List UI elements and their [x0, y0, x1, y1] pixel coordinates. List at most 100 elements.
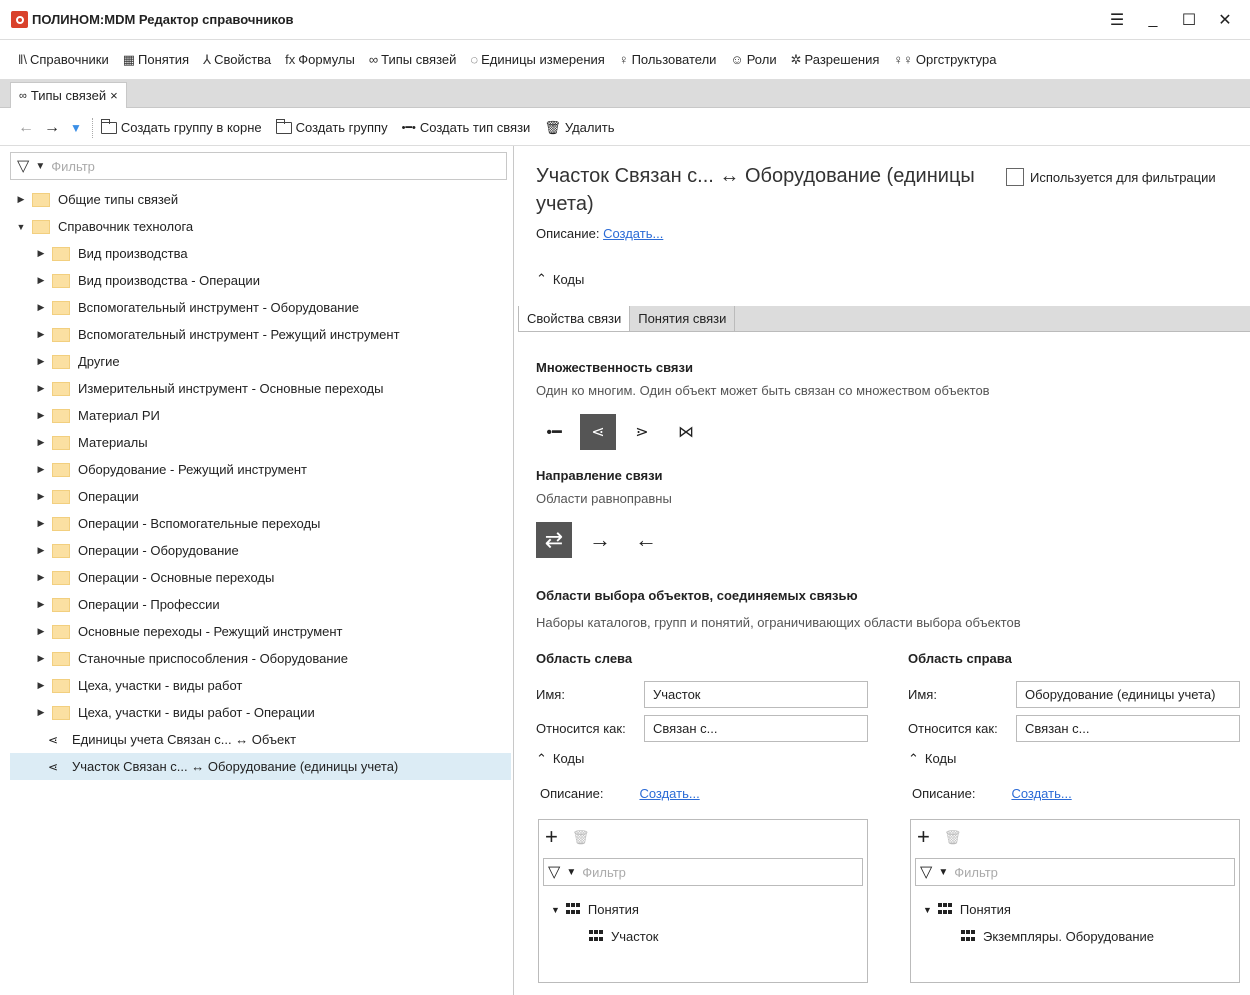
chevron-right-icon[interactable]: ▶ [34, 275, 48, 286]
tree-item[interactable]: ▶ Основные переходы - Режущий инструмент [14, 618, 511, 645]
menu-org[interactable]: ♀♀ Оргструктура [893, 52, 996, 67]
many-to-one-icon[interactable]: ⋗ [624, 414, 660, 450]
hamburger-menu-icon[interactable]: ☰ [1102, 8, 1132, 32]
menu-properties[interactable]: ⅄ Свойства [203, 52, 271, 68]
tree-item[interactable]: ▶ Операции - Вспомогательные переходы [14, 510, 511, 537]
create-link-type-button[interactable]: •━• Создать тип связи [402, 120, 531, 135]
trash-icon[interactable]: 🗑 [944, 829, 962, 846]
tree-item[interactable]: ▶ Цеха, участки - виды работ - Операции [14, 699, 511, 726]
tree-filter[interactable]: ▽ ▼ Фильтр [10, 152, 507, 180]
chevron-right-icon[interactable]: ▶ [34, 302, 48, 313]
left-name-field[interactable] [644, 681, 868, 708]
tab-link-properties[interactable]: Свойства связи [518, 306, 631, 331]
chevron-down-icon[interactable]: ▼ [14, 222, 28, 232]
right-codes-toggle[interactable]: ⌃ Коды [908, 751, 956, 767]
back-arrow-icon[interactable]: ← [18, 119, 34, 137]
tab-link-concepts[interactable]: Понятия связи [630, 306, 736, 331]
right-create-description-link[interactable]: Создать... [1011, 786, 1071, 801]
chevron-right-icon[interactable]: ▶ [34, 680, 48, 691]
create-root-group-button[interactable]: Создать группу в корне [100, 118, 262, 135]
maximize-button[interactable]: ☐ [1174, 8, 1204, 32]
chevron-right-icon[interactable]: ▶ [34, 626, 48, 637]
add-icon[interactable]: + [917, 824, 930, 850]
menu-formulas[interactable]: fx Формулы [285, 52, 355, 67]
menu-permissions[interactable]: ✲ Разрешения [791, 52, 880, 68]
funnel-icon[interactable]: ▽ [548, 862, 560, 882]
chevron-right-icon[interactable]: ▶ [34, 599, 48, 610]
left-codes-toggle[interactable]: ⌃ Коды [536, 751, 584, 767]
many-to-many-icon[interactable]: ⋈ [668, 414, 704, 450]
tree-item[interactable]: ⋖ Участок Связан с... ↔ Оборудование (еди… [10, 753, 511, 780]
tree-item[interactable]: ▶ Цеха, участки - виды работ [14, 672, 511, 699]
tree-root[interactable]: ▼ Понятия [551, 896, 659, 923]
right-name-field[interactable] [1016, 681, 1240, 708]
tree-item[interactable]: ▶ Общие типы связей [14, 186, 511, 213]
chevron-right-icon[interactable]: ▶ [34, 491, 48, 502]
close-tab-icon[interactable]: × [110, 88, 118, 103]
funnel-icon[interactable]: ▽ [17, 156, 29, 176]
one-to-many-icon[interactable]: ⋖ [580, 414, 616, 450]
trash-icon[interactable]: 🗑 [572, 829, 590, 846]
tree-item[interactable]: ⋖ Единицы учета Связан с... ↔ Объект [14, 726, 511, 753]
tree-item[interactable]: ▶ Измерительный инструмент - Основные пер… [14, 375, 511, 402]
filter-placeholder[interactable]: Фильтр [51, 159, 95, 174]
chevron-right-icon[interactable]: ▶ [34, 383, 48, 394]
menu-units[interactable]: ◌ Единицы измерения [470, 52, 604, 67]
bidirectional-arrows-icon[interactable]: ⇄ [536, 522, 572, 558]
chevron-right-icon[interactable]: ▶ [34, 572, 48, 583]
forward-arrow-icon[interactable]: → [44, 119, 60, 137]
right-concepts-filter[interactable]: ▽ ▼ Фильтр [915, 858, 1235, 886]
funnel-icon[interactable]: ▽ [920, 862, 932, 882]
chevron-down-icon[interactable]: ▼ [923, 905, 932, 915]
tree-root[interactable]: ▼ Понятия [923, 896, 1154, 923]
chevron-down-icon[interactable]: ▼ [566, 867, 576, 878]
tree-item[interactable]: ▼ Справочник технолога [14, 213, 511, 240]
chevron-right-icon[interactable]: ▶ [34, 437, 48, 448]
chevron-right-icon[interactable]: ▶ [34, 707, 48, 718]
close-button[interactable]: ✕ [1210, 8, 1240, 32]
menu-link-types[interactable]: ∞ Типы связей [369, 52, 457, 67]
tree-item[interactable]: ▶ Станочные приспособления - Оборудование [14, 645, 511, 672]
add-icon[interactable]: + [545, 824, 558, 850]
tree-item[interactable]: ▶ Вспомогательный инструмент - Оборудован… [14, 294, 511, 321]
minimize-button[interactable]: _ [1138, 8, 1168, 32]
left-create-description-link[interactable]: Создать... [639, 786, 699, 801]
tree-child[interactable]: Экземпляры. Оборудование [923, 923, 1154, 950]
tab-link-types[interactable]: ∞ Типы связей × [10, 82, 127, 108]
tree-item[interactable]: ▶ Операции [14, 483, 511, 510]
left-relates-field[interactable] [644, 715, 868, 742]
tree-item[interactable]: ▶ Оборудование - Режущий инструмент [14, 456, 511, 483]
used-for-filter-checkbox[interactable]: Используется для фильтрации [1006, 168, 1216, 186]
create-description-link[interactable]: Создать... [603, 226, 663, 241]
tree-item[interactable]: ▶ Материал РИ [14, 402, 511, 429]
tree-item[interactable]: ▶ Материалы [14, 429, 511, 456]
chevron-down-icon[interactable]: ▼ [938, 867, 948, 878]
tree-item[interactable]: ▶ Вид производства - Операции [14, 267, 511, 294]
chevron-right-icon[interactable]: ▶ [34, 464, 48, 475]
history-dropdown-icon[interactable]: ▼ [70, 121, 82, 135]
arrow-right-icon[interactable]: → [582, 522, 618, 558]
menu-roles[interactable]: ☺ Роли [730, 52, 776, 67]
tree-item[interactable]: ▶ Другие [14, 348, 511, 375]
menu-catalogs[interactable]: ǁ\ Справочники [18, 52, 109, 67]
chevron-right-icon[interactable]: ▶ [34, 410, 48, 421]
tree-item[interactable]: ▶ Операции - Основные переходы [14, 564, 511, 591]
right-relates-field[interactable] [1016, 715, 1240, 742]
tree-item[interactable]: ▶ Операции - Профессии [14, 591, 511, 618]
menu-users[interactable]: ♀ Пользователи [619, 52, 717, 67]
chevron-right-icon[interactable]: ▶ [34, 329, 48, 340]
chevron-down-icon[interactable]: ▼ [35, 161, 45, 172]
delete-button[interactable]: 🗑 Удалить [544, 120, 614, 136]
tree-item[interactable]: ▶ Вспомогательный инструмент - Режущий ин… [14, 321, 511, 348]
checkbox[interactable] [1006, 168, 1024, 186]
codes-toggle[interactable]: ⌃ Коды [536, 271, 584, 287]
chevron-right-icon[interactable]: ▶ [34, 356, 48, 367]
chevron-right-icon[interactable]: ▶ [34, 248, 48, 259]
one-to-one-icon[interactable]: •━ [536, 414, 572, 450]
chevron-right-icon[interactable]: ▶ [34, 518, 48, 529]
tree-item[interactable]: ▶ Операции - Оборудование [14, 537, 511, 564]
chevron-down-icon[interactable]: ▼ [551, 905, 560, 915]
chevron-right-icon[interactable]: ▶ [34, 545, 48, 556]
menu-concepts[interactable]: ▦ Понятия [123, 52, 189, 68]
chevron-right-icon[interactable]: ▶ [14, 194, 28, 205]
